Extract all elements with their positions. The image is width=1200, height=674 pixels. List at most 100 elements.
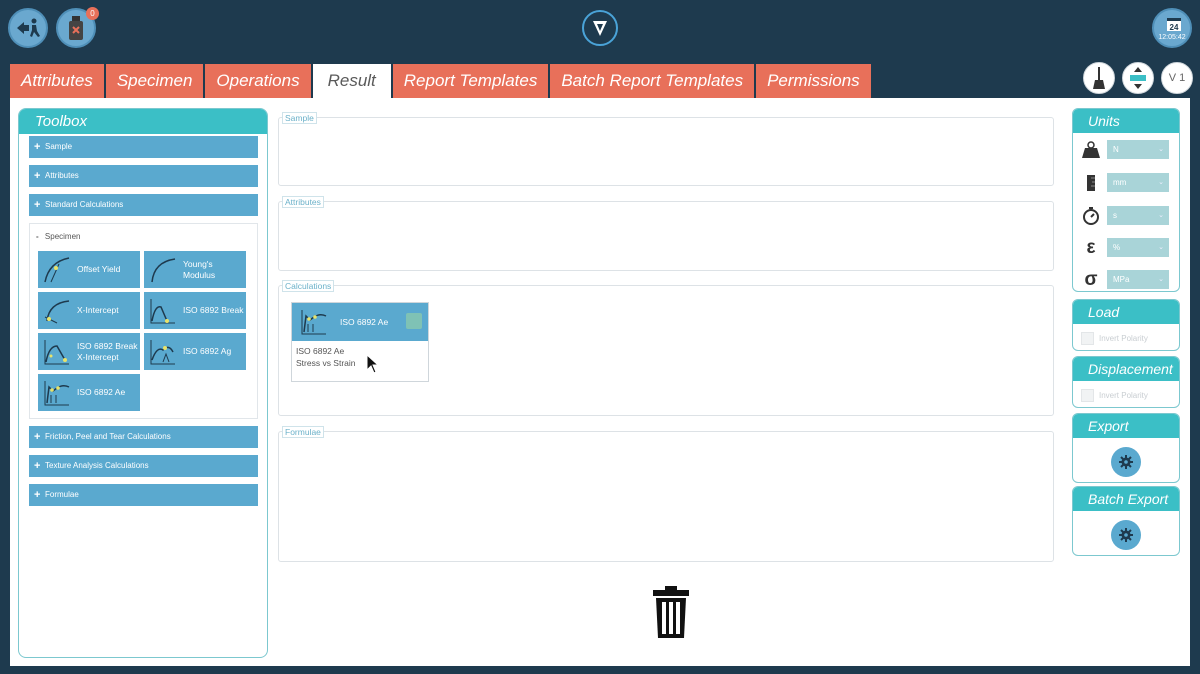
tab-operations[interactable]: Operations [205,64,311,98]
tab-attributes[interactable]: Attributes [10,64,104,98]
calc-tile-iso-6892-break-x-intercept[interactable]: ISO 6892 Break X-Intercept [38,333,140,370]
calc-tile-youngs-modulus[interactable]: Young's Modulus [144,251,246,288]
chevron-down-icon: ⌄ [1158,146,1164,153]
plus-icon: + [34,489,41,501]
card-line: ISO 6892 Ae [296,346,345,356]
expand-vertical-icon [1130,67,1146,89]
tab-batch-report-templates[interactable]: Batch Report Templates [550,64,755,98]
length-unit-select[interactable]: mm ⌄ [1107,173,1169,192]
tile-label: Offset Yield [77,264,121,274]
stopwatch-icon [1083,207,1099,225]
exit-button[interactable] [8,8,48,48]
tab-report-templates[interactable]: Report Templates [392,64,549,98]
attributes-section[interactable]: Attributes [278,196,1054,271]
plus-icon: + [34,431,41,443]
calc-tile-iso-6892-ae[interactable]: ISO 6892 Ae [38,374,140,411]
strain-unit-row: ε % ⌄ [1081,237,1173,259]
calculation-card-iso-6892-ae[interactable]: ISO 6892 Ae ISO 6892 Ae Stress vs Strain [291,302,429,382]
iso-ae-icon [44,380,70,405]
version-button[interactable]: V 1 [1161,62,1193,94]
toolbox-group-formulae[interactable]: + Formulae [29,484,258,506]
displacement-panel: Displacement Invert Polarity [1072,356,1180,408]
weight-icon [1082,141,1100,158]
iso-ae-icon [301,310,327,335]
units-title: Units [1073,109,1179,133]
formulae-section[interactable]: Formulae [278,426,1054,562]
chevron-down-icon: ⌄ [1158,244,1164,251]
section-label: Sample [282,112,317,124]
clock-readout: 12:05:42 [1158,34,1186,41]
group-label: Formulae [45,490,79,499]
sigma-icon: σ [1084,269,1098,290]
exit-icon [17,18,40,37]
card-title: ISO 6892 Ae [340,317,389,327]
mouse-cursor-icon [366,354,380,374]
checkbox[interactable] [1081,331,1094,345]
time-unit-select[interactable]: s ⌄ [1107,206,1169,225]
tab-result[interactable]: Result [312,64,391,98]
toolbox-group-standard-calculations[interactable]: + Standard Calculations [29,194,258,216]
group-label: Texture Analysis Calculations [45,461,149,470]
offset-yield-icon [44,256,70,282]
group-label: Specimen [44,232,81,241]
tile-label: ISO 6892 Ag [183,346,232,356]
stress-unit-row: σ MPa ⌄ [1081,269,1173,291]
iso-break-icon [150,298,175,323]
iso-ag-icon [150,339,175,364]
group-label: Attributes [45,171,79,180]
calc-tile-x-intercept[interactable]: X-Intercept [38,292,140,329]
toolbox-title: Toolbox [19,109,267,134]
batch-export-settings-button[interactable] [1111,520,1141,550]
batch-export-panel: Batch Export [1072,486,1180,556]
x-intercept-icon [44,299,70,323]
iso-break-x-intercept-icon [44,339,69,364]
group-label: Friction, Peel and Tear Calculations [45,432,171,441]
tab-list: Attributes Specimen Operations Result Re… [10,64,871,98]
strain-unit-select[interactable]: % ⌄ [1107,238,1169,257]
toolbox-group-texture[interactable]: + Texture Analysis Calculations [29,455,258,477]
checkbox[interactable] [1081,388,1094,402]
toolbox-group-specimen[interactable]: - Specimen [36,232,80,241]
sample-section[interactable]: Sample [278,112,1054,186]
usb-drive-icon [69,16,83,40]
load-invert-polarity[interactable]: Invert Polarity [1081,331,1148,345]
stress-unit-select[interactable]: MPa ⌄ [1107,270,1169,289]
notification-badge: 0 [86,7,99,20]
section-label: Formulae [282,426,324,438]
card-settings-icon[interactable] [406,313,422,329]
trash-icon[interactable] [651,586,691,638]
youngs-modulus-icon [151,257,176,282]
top-bar: 0 24 12:05:42 [0,0,1200,56]
minus-icon: - [36,232,39,241]
calc-tile-iso-6892-break[interactable]: ISO 6892 Break [144,292,246,329]
toolbox-panel: Toolbox + Sample + Attributes + Standard… [18,108,268,658]
group-label: Sample [45,142,73,151]
time-unit-row: s ⌄ [1081,205,1173,227]
calc-tile-iso-6892-ag[interactable]: ISO 6892 Ag [144,333,246,370]
tile-label: X-Intercept [77,305,119,315]
force-unit-select[interactable]: N ⌄ [1107,140,1169,159]
plus-icon: + [34,460,41,472]
clean-button[interactable] [1083,62,1115,94]
section-label: Calculations [282,280,335,292]
card-body: ISO 6892 Ae Stress vs Strain [292,341,428,373]
toolbox-group-attributes[interactable]: + Attributes [29,165,258,187]
export-title: Export [1073,414,1179,438]
tile-label: ISO 6892 Break [183,305,244,315]
toolbox-group-sample[interactable]: + Sample [29,136,258,158]
calculations-section[interactable]: Calculations ISO 6892 Ae ISO 6892 Ae Str… [278,280,1054,416]
displacement-invert-polarity[interactable]: Invert Polarity [1081,388,1148,402]
group-label: Standard Calculations [45,200,124,209]
tab-permissions[interactable]: Permissions [756,64,871,98]
usb-device-button[interactable]: 0 [56,7,99,48]
app-logo [582,10,618,46]
length-unit-row: mm ⌄ [1081,172,1173,194]
fit-view-button[interactable] [1122,62,1154,94]
tab-specimen[interactable]: Specimen [105,64,204,98]
calendar-clock-button[interactable]: 24 12:05:42 [1152,8,1192,48]
export-settings-button[interactable] [1111,447,1141,477]
calc-tile-offset-yield[interactable]: Offset Yield [38,251,140,288]
checkbox-label: Invert Polarity [1099,333,1148,343]
load-title: Load [1073,300,1179,324]
toolbox-group-friction[interactable]: + Friction, Peel and Tear Calculations [29,426,258,448]
